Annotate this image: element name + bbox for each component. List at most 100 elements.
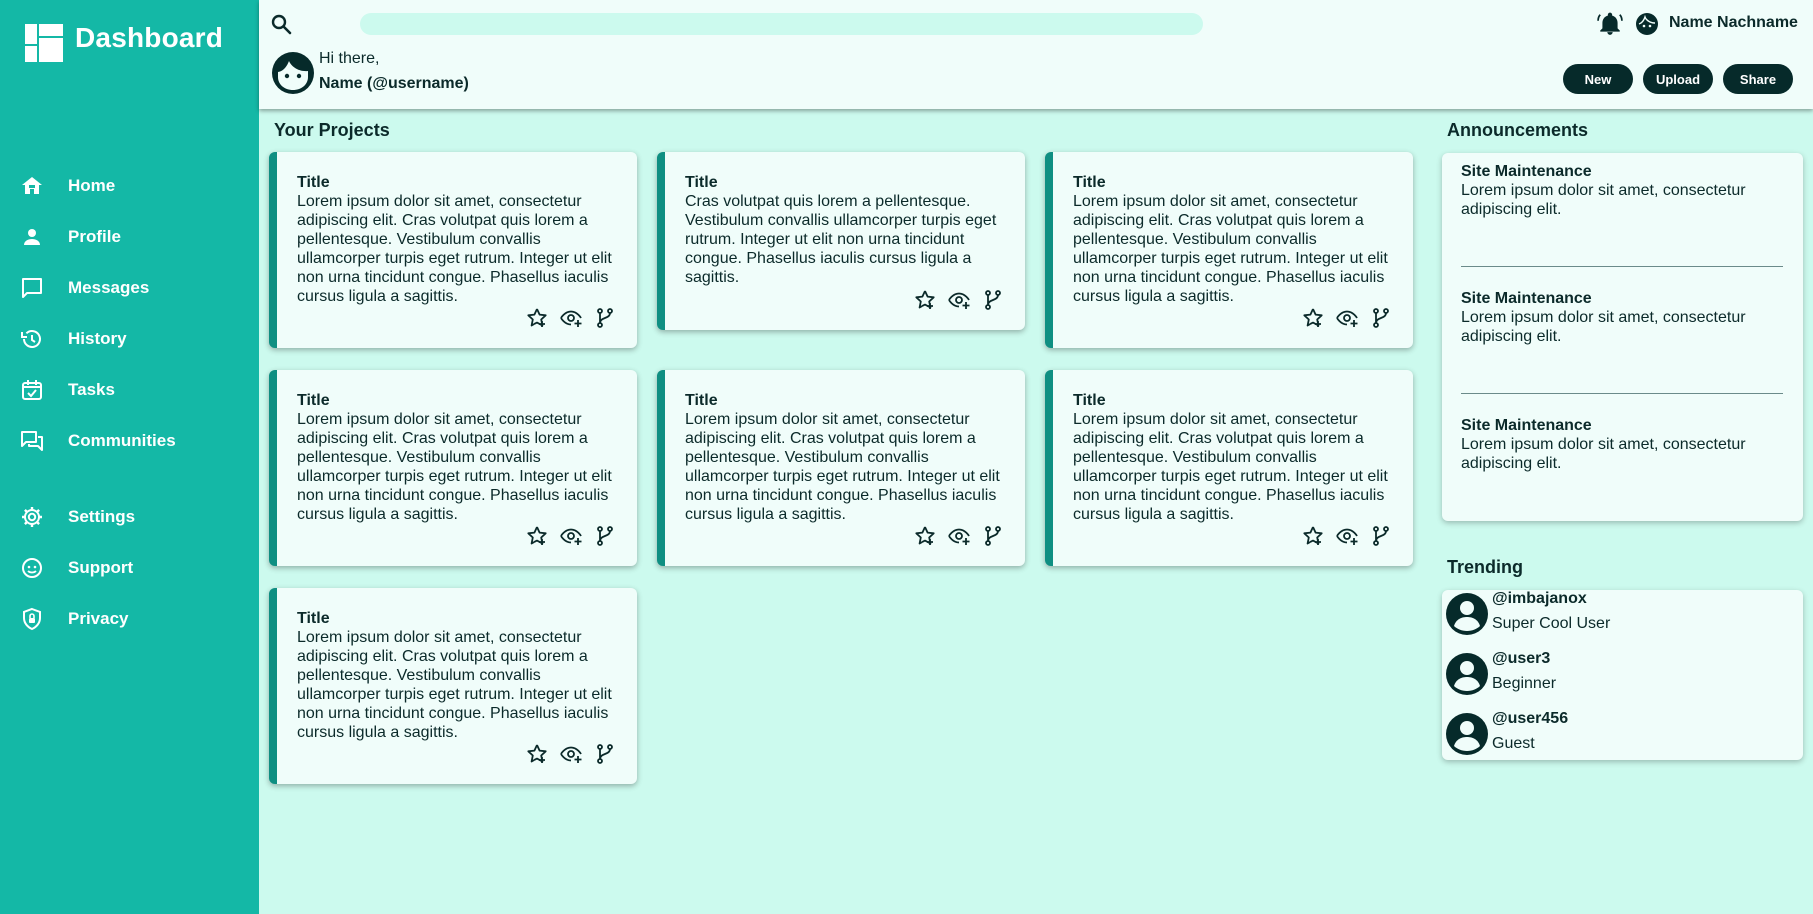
support-icon bbox=[22, 557, 42, 578]
star-add-icon[interactable] bbox=[525, 306, 549, 330]
sidebar-item-history[interactable]: History bbox=[0, 313, 259, 364]
project-card-body: Lorem ipsum dolor sit amet, consectetur … bbox=[1073, 411, 1388, 523]
watch-icon[interactable] bbox=[947, 524, 971, 548]
star-add-icon[interactable] bbox=[1301, 306, 1325, 330]
shield-icon bbox=[23, 607, 41, 630]
search-input[interactable] bbox=[360, 13, 1203, 35]
sidebar-item-label: Tasks bbox=[68, 379, 115, 399]
sidebar-item-label: Settings bbox=[68, 506, 136, 526]
fork-icon[interactable] bbox=[593, 306, 617, 330]
project-card-actions bbox=[913, 288, 1005, 312]
trending-user-handle: @imbajanox bbox=[1492, 590, 1587, 607]
bell-icon[interactable] bbox=[1597, 11, 1623, 37]
star-add-icon[interactable] bbox=[913, 524, 937, 548]
fork-icon[interactable] bbox=[1369, 306, 1393, 330]
project-card[interactable]: Title Lorem ipsum dolor sit amet, consec… bbox=[1045, 370, 1413, 566]
fork-icon[interactable] bbox=[981, 524, 1005, 548]
new-button[interactable]: New bbox=[1563, 64, 1633, 94]
sidebar-item-label: Home bbox=[68, 175, 116, 195]
announcement-body: Lorem ipsum dolor sit amet, consectetur … bbox=[1461, 436, 1746, 472]
sidebar-item-support[interactable]: Support bbox=[0, 542, 259, 593]
trending-user-handle: @user3 bbox=[1492, 650, 1551, 667]
sidebar-item-privacy[interactable]: Privacy bbox=[0, 593, 259, 644]
project-card-title: Title bbox=[1073, 392, 1106, 409]
sidebar-item-label: Support bbox=[68, 557, 134, 577]
brand[interactable]: Dashboard bbox=[25, 22, 223, 64]
profile-icon bbox=[24, 228, 40, 245]
project-card-title: Title bbox=[297, 610, 330, 627]
sidebar-item-tasks[interactable]: Tasks bbox=[0, 364, 259, 415]
sidebar-item-home[interactable]: Home bbox=[0, 160, 259, 211]
history-icon bbox=[21, 329, 41, 348]
announcements-heading: Announcements bbox=[1447, 120, 1589, 140]
project-card-title: Title bbox=[1073, 174, 1106, 191]
profile-avatar-icon[interactable] bbox=[272, 52, 314, 94]
sidebar: Dashboard Home Profile Messages History … bbox=[0, 0, 259, 914]
project-card[interactable]: Title Cras volutpat quis lorem a pellent… bbox=[657, 152, 1025, 330]
announcement-item[interactable]: Site Maintenance Lorem ipsum dolor sit a… bbox=[1461, 416, 1783, 473]
project-card[interactable]: Title Lorem ipsum dolor sit amet, consec… bbox=[1045, 152, 1413, 348]
announcement-title: Site Maintenance bbox=[1461, 290, 1592, 307]
trending-heading: Trending bbox=[1447, 557, 1523, 577]
watch-icon[interactable] bbox=[1335, 524, 1359, 548]
fork-icon[interactable] bbox=[593, 742, 617, 766]
star-add-icon[interactable] bbox=[525, 742, 549, 766]
user-avatar-icon bbox=[1446, 653, 1488, 695]
project-card-title: Title bbox=[685, 174, 718, 191]
project-card-body: Cras volutpat quis lorem a pellentesque.… bbox=[685, 193, 997, 286]
dashboard-logo-icon bbox=[25, 24, 63, 62]
project-card[interactable]: Title Lorem ipsum dolor sit amet, consec… bbox=[269, 588, 637, 784]
sidebar-divider-gap bbox=[0, 466, 259, 491]
trending-user-handle: @user456 bbox=[1492, 710, 1569, 727]
project-card[interactable]: Title Lorem ipsum dolor sit amet, consec… bbox=[269, 152, 637, 348]
watch-icon[interactable] bbox=[1335, 306, 1359, 330]
search-icon[interactable] bbox=[269, 12, 293, 36]
project-card-actions bbox=[525, 306, 617, 330]
sidebar-item-communities[interactable]: Communities bbox=[0, 415, 259, 466]
project-card-actions bbox=[913, 524, 1005, 548]
user-avatar-icon[interactable] bbox=[1635, 12, 1659, 36]
fork-icon[interactable] bbox=[1369, 524, 1393, 548]
watch-icon[interactable] bbox=[559, 524, 583, 548]
trending-user-role: Super Cool User bbox=[1492, 615, 1611, 632]
announcement-item[interactable]: Site Maintenance Lorem ipsum dolor sit a… bbox=[1461, 162, 1783, 219]
announcement-item[interactable]: Site Maintenance Lorem ipsum dolor sit a… bbox=[1461, 289, 1783, 346]
project-card-actions bbox=[1301, 306, 1393, 330]
project-card[interactable]: Title Lorem ipsum dolor sit amet, consec… bbox=[269, 370, 637, 566]
sidebar-item-label: History bbox=[68, 328, 127, 348]
trending-user[interactable]: @imbajanox Super Cool User bbox=[1446, 590, 1796, 642]
project-card-actions bbox=[525, 742, 617, 766]
sidebar-item-messages[interactable]: Messages bbox=[0, 262, 259, 313]
header-user-name[interactable]: Name Nachname bbox=[1669, 14, 1798, 32]
sidebar-item-profile[interactable]: Profile bbox=[0, 211, 259, 262]
announcement-body: Lorem ipsum dolor sit amet, consectetur … bbox=[1461, 182, 1746, 218]
project-card-actions bbox=[525, 524, 617, 548]
share-button[interactable]: Share bbox=[1723, 64, 1793, 94]
upload-button[interactable]: Upload bbox=[1643, 64, 1713, 94]
project-card-body: Lorem ipsum dolor sit amet, consectetur … bbox=[1073, 193, 1388, 305]
announcements-panel: Site Maintenance Lorem ipsum dolor sit a… bbox=[1442, 153, 1803, 521]
announcement-divider bbox=[1461, 393, 1783, 394]
star-add-icon[interactable] bbox=[525, 524, 549, 548]
user-avatar-icon bbox=[1446, 593, 1488, 635]
star-add-icon[interactable] bbox=[1301, 524, 1325, 548]
project-card-title: Title bbox=[297, 174, 330, 191]
trending-user[interactable]: @user456 Guest bbox=[1446, 710, 1796, 762]
project-card-body: Lorem ipsum dolor sit amet, consectetur … bbox=[297, 629, 612, 741]
watch-icon[interactable] bbox=[947, 288, 971, 312]
announcement-title: Site Maintenance bbox=[1461, 417, 1592, 434]
fork-icon[interactable] bbox=[981, 288, 1005, 312]
trending-user-role: Guest bbox=[1492, 735, 1535, 752]
project-card-title: Title bbox=[685, 392, 718, 409]
tasks-icon bbox=[22, 379, 42, 400]
watch-icon[interactable] bbox=[559, 742, 583, 766]
projects-heading: Your Projects bbox=[274, 120, 390, 140]
announcement-body: Lorem ipsum dolor sit amet, consectetur … bbox=[1461, 309, 1746, 345]
sidebar-item-settings[interactable]: Settings bbox=[0, 491, 259, 542]
communities-icon bbox=[21, 430, 43, 451]
trending-user[interactable]: @user3 Beginner bbox=[1446, 650, 1796, 702]
watch-icon[interactable] bbox=[559, 306, 583, 330]
star-add-icon[interactable] bbox=[913, 288, 937, 312]
project-card[interactable]: Title Lorem ipsum dolor sit amet, consec… bbox=[657, 370, 1025, 566]
fork-icon[interactable] bbox=[593, 524, 617, 548]
